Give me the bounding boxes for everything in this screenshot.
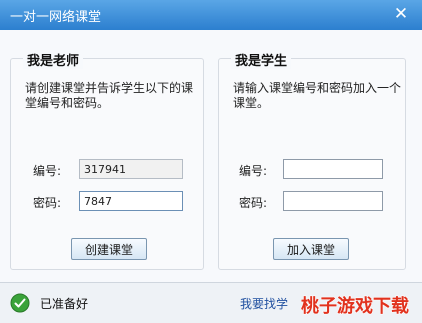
window-title: 一对一网络课堂 xyxy=(10,10,102,25)
student-panel-title: 我是学生 xyxy=(231,50,292,69)
check-icon xyxy=(10,293,30,313)
join-classroom-button[interactable]: 加入课堂 xyxy=(273,238,349,260)
main-area: 我是老师 请创建课堂并告诉学生以下的课堂编号和密码。 编号: 密码: 创建课堂 … xyxy=(0,30,422,282)
student-panel: 我是学生 请输入课堂编号和密码加入一个课堂。 编号: 密码: 加入课堂 xyxy=(218,50,406,270)
find-student-link[interactable]: 我要找学 xyxy=(240,295,288,312)
student-description: 请输入课堂编号和密码加入一个课堂。 xyxy=(233,81,402,110)
teacher-password-field[interactable] xyxy=(79,191,183,211)
close-button[interactable]: ✕ xyxy=(392,5,410,23)
teacher-description: 请创建课堂并告诉学生以下的课堂编号和密码。 xyxy=(25,81,194,110)
watermark-logo: 桃子游戏下载 xyxy=(301,295,410,318)
title-bar: 一对一网络课堂 ✕ xyxy=(0,0,422,30)
teacher-password-label: 密码: xyxy=(33,196,62,210)
student-password-field[interactable] xyxy=(283,191,383,211)
status-text: 已准备好 xyxy=(40,297,89,311)
student-number-label: 编号: xyxy=(239,164,268,178)
teacher-number-field[interactable] xyxy=(79,159,183,179)
create-classroom-button[interactable]: 创建课堂 xyxy=(71,238,147,260)
teacher-number-label: 编号: xyxy=(33,164,62,178)
close-icon[interactable]: ✕ xyxy=(394,4,408,24)
status-bar: 已准备好 我要找学 桃子游戏下载 xyxy=(0,282,422,323)
student-number-field[interactable] xyxy=(283,159,383,179)
teacher-panel-title: 我是老师 xyxy=(23,50,84,69)
watermark-text: 桃子游戏下载 xyxy=(301,295,409,317)
teacher-panel: 我是老师 请创建课堂并告诉学生以下的课堂编号和密码。 编号: 密码: 创建课堂 xyxy=(10,50,204,270)
student-password-label: 密码: xyxy=(239,196,268,210)
